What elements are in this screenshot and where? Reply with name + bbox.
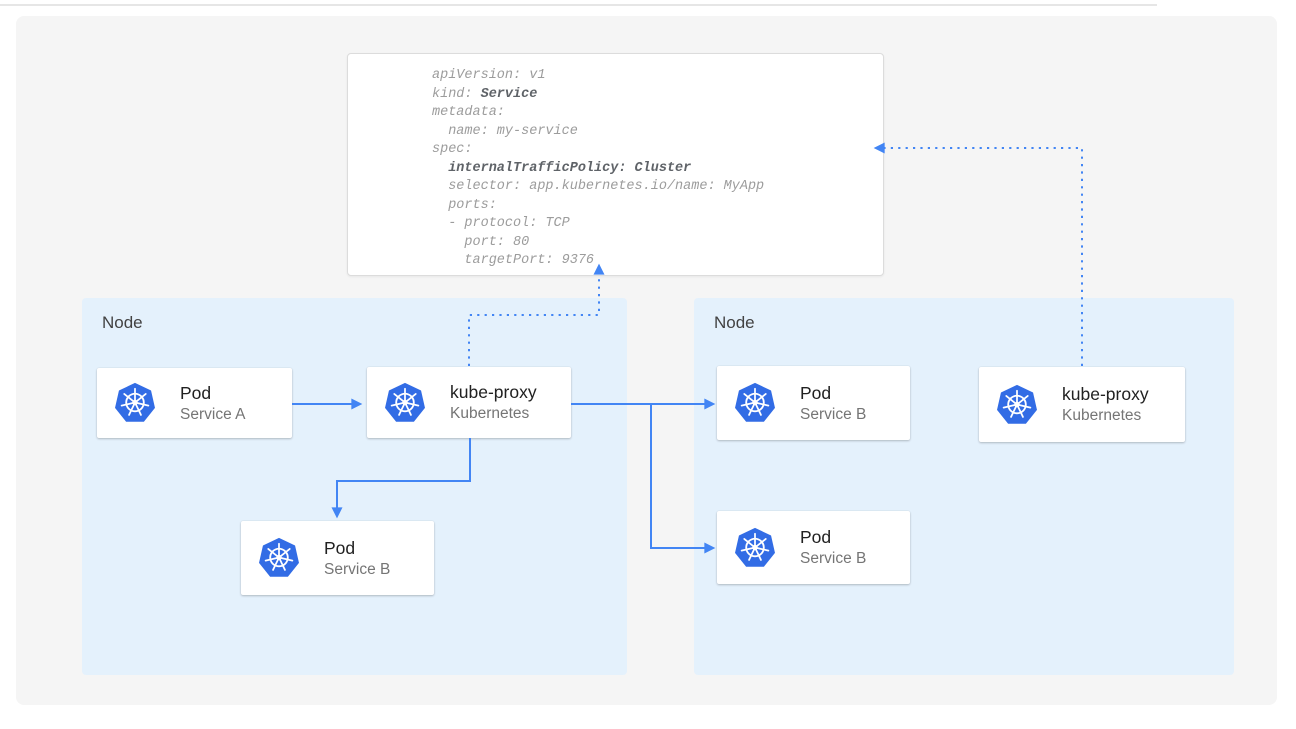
card-text: kube-proxy Kubernetes — [450, 381, 537, 424]
kubernetes-icon — [383, 381, 427, 425]
yaml-line-10: port: 80 — [432, 234, 883, 253]
kubernetes-icon — [733, 381, 777, 425]
node-left-label: Node — [102, 313, 143, 333]
card-text: kube-proxy Kubernetes — [1062, 383, 1149, 426]
yaml-line-3: metadata: — [432, 104, 883, 123]
card-kube-proxy-left: kube-proxy Kubernetes — [367, 367, 571, 438]
card-title: Pod — [180, 382, 245, 404]
card-subtitle: Service B — [800, 548, 866, 569]
card-title: Pod — [800, 382, 866, 404]
card-title: kube-proxy — [450, 381, 537, 403]
code-segment: kind: — [432, 87, 481, 102]
card-subtitle: Service B — [324, 559, 390, 580]
card-text: Pod Service B — [800, 382, 866, 425]
card-text: Pod Service B — [800, 526, 866, 569]
card-title: Pod — [324, 537, 390, 559]
code-segment: targetPort: 9376 — [432, 253, 594, 268]
yaml-line-4: name: my-service — [432, 123, 883, 142]
yaml-line-8: ports: — [432, 197, 883, 216]
yaml-line-1: apiVersion: v1 — [432, 67, 883, 86]
card-subtitle: Kubernetes — [1062, 405, 1149, 426]
code-segment-bold: internalTrafficPolicy: Cluster — [432, 161, 691, 176]
code-segment-bold: Service — [481, 87, 538, 102]
yaml-line-9: - protocol: TCP — [432, 215, 883, 234]
code-segment: metadata: — [432, 105, 505, 120]
yaml-line-7: selector: app.kubernetes.io/name: MyApp — [432, 178, 883, 197]
card-title: Pod — [800, 526, 866, 548]
card-pod-service-b-right-top: Pod Service B — [717, 366, 910, 440]
node-right: Node — [694, 298, 1234, 675]
yaml-line-5: spec: — [432, 141, 883, 160]
top-divider — [0, 4, 1157, 6]
code-segment: port: 80 — [432, 235, 529, 250]
yaml-line-6: internalTrafficPolicy: Cluster — [432, 160, 883, 179]
card-subtitle: Kubernetes — [450, 403, 537, 424]
code-segment: name: my-service — [432, 124, 578, 139]
code-segment: selector: app.kubernetes.io/name: MyApp — [432, 179, 764, 194]
code-segment: - protocol: TCP — [432, 216, 570, 231]
kubernetes-icon — [995, 383, 1039, 427]
card-text: Pod Service A — [180, 382, 245, 425]
card-pod-service-b-right-bottom: Pod Service B — [717, 511, 910, 584]
yaml-line-2: kind: Service — [432, 86, 883, 105]
card-pod-service-a: Pod Service A — [97, 368, 292, 438]
service-yaml-card: apiVersion: v1 kind: Service metadata: n… — [347, 53, 884, 276]
kubernetes-icon — [733, 526, 777, 570]
code-segment: spec: — [432, 142, 473, 157]
card-pod-service-b-left: Pod Service B — [241, 521, 434, 595]
code-segment: apiVersion: v1 — [432, 68, 545, 83]
card-subtitle: Service B — [800, 404, 866, 425]
card-subtitle: Service A — [180, 404, 245, 425]
node-right-label: Node — [714, 313, 755, 333]
screen: Node Node apiVersion: v1 kind: Service m… — [0, 0, 1296, 729]
node-left: Node — [82, 298, 627, 675]
code-segment: ports: — [432, 198, 497, 213]
card-title: kube-proxy — [1062, 383, 1149, 405]
kubernetes-icon — [257, 536, 301, 580]
card-text: Pod Service B — [324, 537, 390, 580]
kubernetes-icon — [113, 381, 157, 425]
diagram-canvas: Node Node apiVersion: v1 kind: Service m… — [16, 16, 1277, 705]
card-kube-proxy-right: kube-proxy Kubernetes — [979, 367, 1185, 442]
yaml-line-11: targetPort: 9376 — [432, 252, 883, 271]
